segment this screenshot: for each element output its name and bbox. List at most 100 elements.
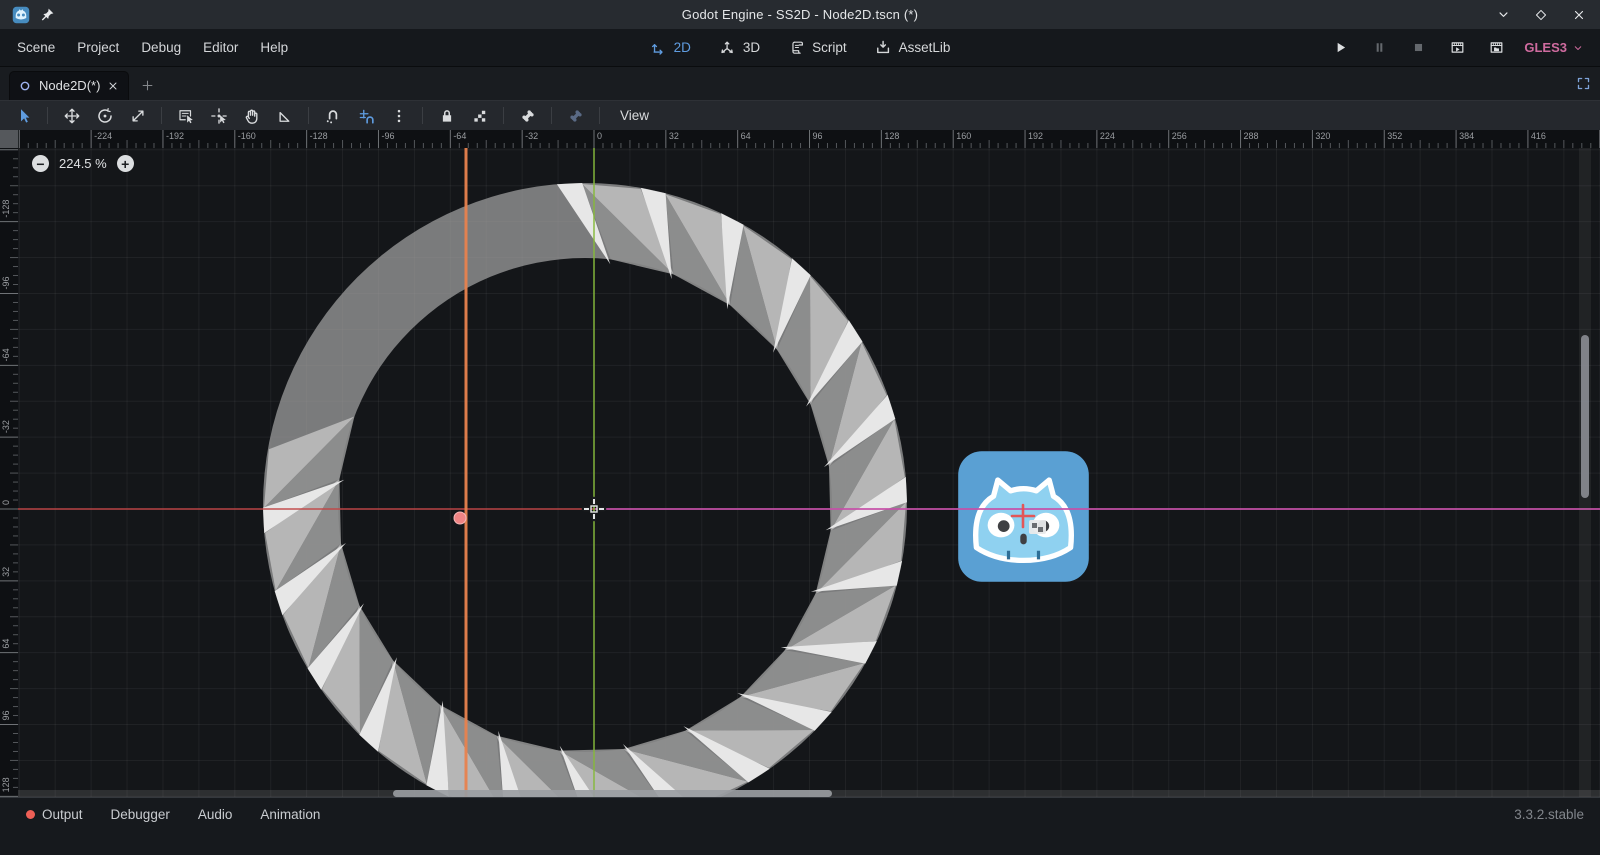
ruler-label: 256 <box>1172 131 1187 141</box>
menu-project[interactable]: Project <box>66 33 130 62</box>
ruler-label: 32 <box>669 131 679 141</box>
ruler-label: -128 <box>1 200 11 218</box>
select-tool-button[interactable] <box>10 103 37 128</box>
ruler-label: 160 <box>956 131 971 141</box>
zoom-out-button[interactable]: − <box>32 155 49 172</box>
zoom-controls: − 224.5 % + <box>32 155 134 172</box>
bottom-tab-animation[interactable]: Animation <box>250 801 330 828</box>
ruler-label: 32 <box>1 567 11 577</box>
toolbar-separator <box>308 107 309 124</box>
zoom-in-button[interactable]: + <box>117 155 134 172</box>
play-button[interactable] <box>1329 37 1351 59</box>
renderer-select[interactable]: GLES3 <box>1524 40 1584 55</box>
view-menu-button[interactable]: View <box>610 105 659 126</box>
pan-tool-button[interactable] <box>238 103 265 128</box>
snap-options-menu[interactable] <box>385 103 412 128</box>
zoom-level-label[interactable]: 224.5 % <box>59 156 107 171</box>
ruler-label: 352 <box>1387 131 1402 141</box>
toolbar-separator <box>551 107 552 124</box>
window-close-button[interactable] <box>1570 6 1588 24</box>
ruler-label: -224 <box>94 131 112 141</box>
horizontal-scrollbar-thumb[interactable] <box>393 790 832 797</box>
ruler-label: 320 <box>1315 131 1330 141</box>
workspace-tab-script[interactable]: Script <box>788 39 847 56</box>
ruler-label: 64 <box>1 639 11 649</box>
bottom-tab-label: Animation <box>260 807 320 822</box>
skeleton-bones-button[interactable] <box>514 103 541 128</box>
ruler-tool-button[interactable] <box>271 103 298 128</box>
scale-tool-button[interactable] <box>124 103 151 128</box>
bottom-panel: OutputDebuggerAudioAnimation 3.3.2.stabl… <box>0 797 1600 855</box>
workspace-tab-assetlib[interactable]: AssetLib <box>875 39 951 56</box>
menu-editor[interactable]: Editor <box>192 33 249 62</box>
toolbar-separator <box>422 107 423 124</box>
ruler-label: 64 <box>741 131 751 141</box>
close-tab-icon[interactable] <box>107 80 119 92</box>
canvas-toolbar: View <box>0 100 1600 130</box>
ruler-label: -64 <box>453 131 466 141</box>
toolbar-separator <box>161 107 162 124</box>
bottom-tab-audio[interactable]: Audio <box>188 801 243 828</box>
pin-icon[interactable] <box>40 7 55 22</box>
window-maximize-button[interactable] <box>1532 6 1550 24</box>
node2d-icon <box>18 79 32 93</box>
canvas-area[interactable]: − 224.5 % + <box>18 148 1600 797</box>
2d-viewport: -224-192-160-128-96-64-32032649612816019… <box>0 130 1600 797</box>
ruler-label: -32 <box>525 131 538 141</box>
window-title: Godot Engine - SS2D - Node2D.tscn (*) <box>0 7 1600 22</box>
skeleton-options-menu[interactable] <box>562 103 589 128</box>
menu-help[interactable]: Help <box>249 33 299 62</box>
ruler-label: 288 <box>1244 131 1259 141</box>
new-scene-tab-button[interactable] <box>129 78 166 100</box>
play-scene-button[interactable] <box>1446 37 1468 59</box>
list-select-button[interactable] <box>172 103 199 128</box>
distraction-free-mode-button[interactable] <box>1576 76 1591 91</box>
toolbar-separator <box>503 107 504 124</box>
workspace-tab-2d[interactable]: 2D <box>650 39 691 56</box>
pivot-tool-button[interactable] <box>205 103 232 128</box>
bottom-tab-label: Output <box>42 807 83 822</box>
ruler-label: 96 <box>1 711 11 721</box>
ruler-label: 192 <box>1028 131 1043 141</box>
chevron-down-icon <box>1572 42 1584 54</box>
scene-drawing <box>18 148 1600 797</box>
workspace-tab-label: 2D <box>674 40 691 55</box>
group-object-button[interactable] <box>466 103 493 128</box>
vertical-ruler[interactable]: -128-96-64-320326496128 <box>0 148 18 797</box>
lock-object-button[interactable] <box>433 103 460 128</box>
ruler-label: 0 <box>1 500 11 505</box>
scene-tab-node2d[interactable]: Node2D(*) <box>9 71 129 100</box>
grid-snap-toggle[interactable] <box>352 103 379 128</box>
move-tool-button[interactable] <box>58 103 85 128</box>
bottom-tab-label: Audio <box>198 807 233 822</box>
window-minimize-button[interactable] <box>1494 6 1512 24</box>
toolbar-separator <box>599 107 600 124</box>
rotate-tool-button[interactable] <box>91 103 118 128</box>
titlebar: Godot Engine - SS2D - Node2D.tscn (*) <box>0 0 1600 29</box>
workspace-tab-label: 3D <box>743 40 760 55</box>
ruler-label: -160 <box>238 131 256 141</box>
vertical-scrollbar-thumb[interactable] <box>1581 335 1589 498</box>
stop-button[interactable] <box>1407 37 1429 59</box>
pause-button[interactable] <box>1368 37 1390 59</box>
ruler-corner[interactable] <box>0 130 18 148</box>
toolbar-separator <box>47 107 48 124</box>
scene-tab-bar: Node2D(*) <box>0 67 1600 100</box>
ss2d-ring-shape[interactable] <box>263 183 907 797</box>
ruler-label: 384 <box>1459 131 1474 141</box>
bottom-tab-output[interactable]: Output <box>16 801 93 828</box>
bottom-tab-debugger[interactable]: Debugger <box>101 801 180 828</box>
menu-scene[interactable]: Scene <box>6 33 66 62</box>
ruler-label: -128 <box>310 131 328 141</box>
ruler-label: -192 <box>166 131 184 141</box>
play-custom-scene-button[interactable] <box>1485 37 1507 59</box>
ruler-label: 0 <box>597 131 602 141</box>
menu-debug[interactable]: Debug <box>130 33 192 62</box>
ss2d-control-point[interactable] <box>454 512 466 524</box>
workspace-tab-3d[interactable]: 3D <box>719 39 760 56</box>
ruler-label: 224 <box>1100 131 1115 141</box>
smart-snap-toggle[interactable] <box>319 103 346 128</box>
horizontal-ruler[interactable]: -224-192-160-128-96-64-32032649612816019… <box>18 130 1600 148</box>
workspace-tab-label: Script <box>812 40 847 55</box>
bottom-tab-label: Debugger <box>111 807 170 822</box>
